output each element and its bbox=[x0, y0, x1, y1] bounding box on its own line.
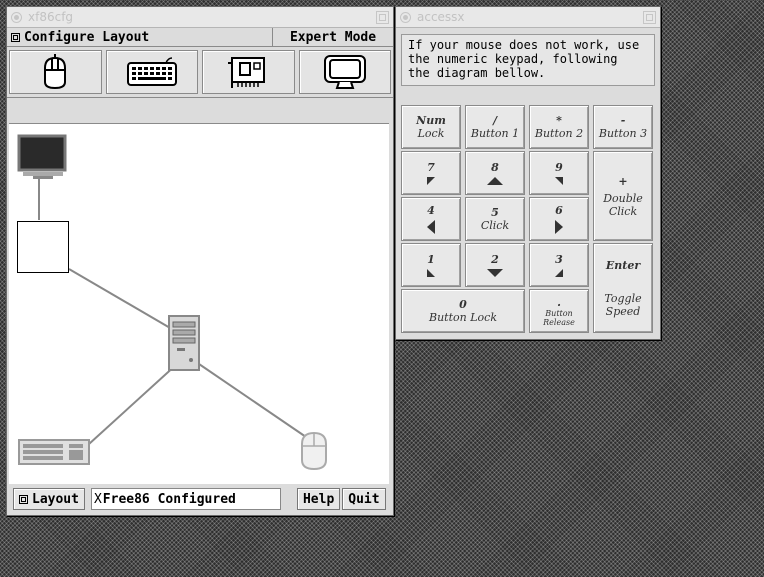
accessx-window: accessx If your mouse does not work, use… bbox=[395, 6, 661, 340]
arrow-up-left-icon bbox=[427, 177, 435, 185]
monitor-device-icon[interactable] bbox=[17, 134, 67, 180]
arrow-up-icon bbox=[487, 177, 503, 185]
screen-device[interactable] bbox=[17, 221, 69, 273]
key-label: Button Release bbox=[543, 308, 575, 327]
window-title: xf86cfg bbox=[28, 10, 74, 24]
keyboard-tool-button[interactable] bbox=[105, 50, 198, 94]
card-tool-button[interactable] bbox=[202, 50, 295, 94]
mouse-tool-button[interactable] bbox=[9, 50, 102, 94]
key-8[interactable]: 8 bbox=[465, 151, 525, 195]
key-label: Double Click bbox=[603, 191, 643, 218]
key-top: 3 bbox=[555, 253, 563, 266]
configure-layout-label: Configure Layout bbox=[24, 29, 150, 45]
star-key[interactable]: * Button 2 bbox=[529, 105, 589, 149]
arrow-left-icon bbox=[427, 220, 435, 234]
arrow-down-right-icon bbox=[555, 269, 563, 277]
numlock-key[interactable]: Num Lock bbox=[401, 105, 461, 149]
help-button[interactable]: Help bbox=[296, 488, 341, 510]
window-menu-icon[interactable] bbox=[11, 11, 22, 23]
monitor-tool-button[interactable] bbox=[298, 50, 391, 94]
key-1[interactable]: 1 bbox=[401, 243, 461, 287]
key-top: - bbox=[620, 114, 626, 127]
key-top: . bbox=[557, 295, 561, 309]
key-top: 4 bbox=[427, 204, 435, 217]
arrow-right-icon bbox=[555, 220, 563, 234]
mouse-icon bbox=[44, 54, 67, 90]
dot-key[interactable]: . Button Release bbox=[529, 289, 589, 333]
title-bar[interactable]: xf86cfg bbox=[7, 7, 393, 28]
key-top: * bbox=[556, 114, 562, 127]
key-label: Button 1 bbox=[470, 127, 520, 140]
key-label: Toggle Speed bbox=[604, 291, 642, 318]
key-top: 1 bbox=[427, 253, 435, 266]
arrow-down-left-icon bbox=[427, 269, 435, 277]
key-3[interactable]: 3 bbox=[529, 243, 589, 287]
layout-button[interactable]: Layout bbox=[13, 488, 85, 510]
key-label: Button 2 bbox=[534, 127, 584, 140]
key-label: Button 3 bbox=[598, 127, 648, 140]
maximize-icon[interactable] bbox=[643, 10, 656, 24]
arrow-up-right-icon bbox=[555, 177, 563, 185]
layout-button-label: Layout bbox=[32, 491, 79, 507]
key-9[interactable]: 9 bbox=[529, 151, 589, 195]
numeric-keypad: Num Lock / Button 1 * Button 2 - Button … bbox=[401, 105, 655, 335]
device-toolbar bbox=[7, 47, 393, 98]
title-bar[interactable]: accessx bbox=[396, 7, 660, 28]
expert-mode-button[interactable]: Expert Mode bbox=[273, 28, 393, 46]
mouse-device-icon[interactable] bbox=[299, 430, 329, 472]
plus-key[interactable]: + Double Click bbox=[593, 151, 653, 241]
window-title: accessx bbox=[417, 10, 465, 24]
key-top: 2 bbox=[491, 253, 499, 266]
minus-key[interactable]: - Button 3 bbox=[593, 105, 653, 149]
key-top: 0 bbox=[459, 298, 467, 311]
enter-key[interactable]: Enter Toggle Speed bbox=[593, 243, 653, 333]
configure-layout-menu[interactable]: Configure Layout bbox=[7, 28, 273, 46]
menu-box-icon bbox=[11, 32, 20, 42]
arrow-down-icon bbox=[487, 269, 503, 277]
key-top: 6 bbox=[555, 204, 563, 217]
key-top: 7 bbox=[427, 161, 435, 174]
window-menu-icon[interactable] bbox=[400, 11, 411, 23]
key-top: / bbox=[492, 114, 498, 127]
xf86cfg-window: xf86cfg Configure Layout Expert Mode Lay… bbox=[6, 6, 394, 516]
keyboard-icon bbox=[126, 57, 177, 86]
monitor-icon bbox=[323, 55, 366, 89]
key-7[interactable]: 7 bbox=[401, 151, 461, 195]
status-text-field[interactable]: X Free86 Configured bbox=[90, 488, 281, 510]
layout-canvas[interactable] bbox=[9, 123, 389, 484]
key-top: + bbox=[618, 174, 628, 188]
key-top: Num bbox=[416, 114, 446, 127]
card-icon bbox=[228, 57, 266, 88]
status-text: Free86 Configured bbox=[102, 491, 236, 507]
key-label: Click bbox=[480, 219, 510, 232]
key-top: 9 bbox=[555, 161, 563, 174]
key-top: Enter bbox=[605, 258, 641, 272]
key-6[interactable]: 6 bbox=[529, 197, 589, 241]
slash-key[interactable]: / Button 1 bbox=[465, 105, 525, 149]
key-0[interactable]: 0 Button Lock bbox=[401, 289, 525, 333]
keyboard-device-icon[interactable] bbox=[17, 436, 91, 468]
help-text: If your mouse does not work, use the num… bbox=[401, 34, 655, 86]
key-2[interactable]: 2 bbox=[465, 243, 525, 287]
key-top: 8 bbox=[491, 161, 499, 174]
quit-button[interactable]: Quit bbox=[342, 488, 386, 510]
text-cursor: X bbox=[93, 491, 102, 507]
key-5[interactable]: 5 Click bbox=[465, 197, 525, 241]
status-bar: Layout X Free86 Configured Help Quit bbox=[7, 483, 393, 515]
key-top: 5 bbox=[491, 206, 499, 219]
maximize-icon[interactable] bbox=[376, 10, 389, 24]
key-label: Button Lock bbox=[429, 311, 497, 324]
menu-box-icon bbox=[19, 494, 28, 504]
key-4[interactable]: 4 bbox=[401, 197, 461, 241]
key-label: Lock bbox=[417, 127, 445, 140]
computer-icon[interactable] bbox=[167, 314, 201, 372]
